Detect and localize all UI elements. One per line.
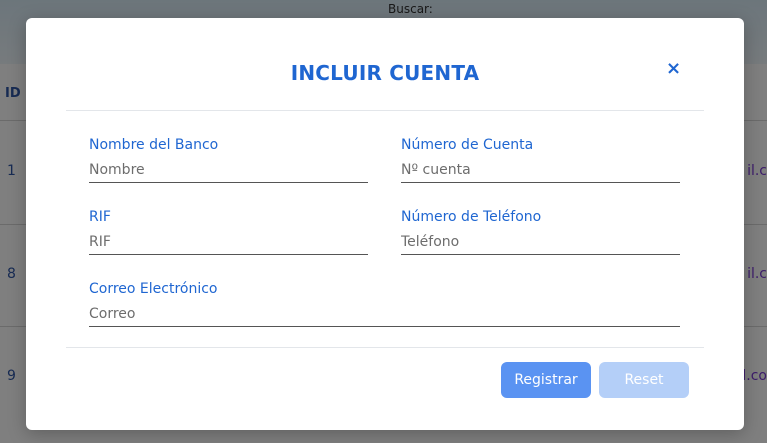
phone-input[interactable] xyxy=(401,234,680,255)
reset-button[interactable]: Reset xyxy=(599,362,689,398)
register-button[interactable]: Registrar xyxy=(501,362,591,398)
phone-label: Número de Teléfono xyxy=(401,209,542,225)
include-account-modal: INCLUIR CUENTA × Nombre del Banco Número… xyxy=(26,18,744,430)
footer-divider xyxy=(66,347,704,348)
rif-input[interactable] xyxy=(89,234,368,255)
account-number-label: Número de Cuenta xyxy=(401,137,534,153)
header-divider xyxy=(66,110,704,111)
bank-name-label: Nombre del Banco xyxy=(89,137,219,153)
bank-name-input[interactable] xyxy=(89,162,368,183)
bank-name-field-group: Nombre del Banco xyxy=(89,137,368,183)
email-field-group: Correo Electrónico xyxy=(89,281,680,327)
phone-field-group: Número de Teléfono xyxy=(401,209,680,255)
email-input[interactable] xyxy=(89,306,680,327)
account-number-input[interactable] xyxy=(401,162,680,183)
email-label: Correo Electrónico xyxy=(89,281,218,297)
modal-title: INCLUIR CUENTA xyxy=(290,61,480,85)
rif-field-group: RIF xyxy=(89,209,368,255)
close-icon[interactable]: × xyxy=(666,60,682,78)
rif-label: RIF xyxy=(89,209,111,225)
account-number-field-group: Número de Cuenta xyxy=(401,137,680,183)
